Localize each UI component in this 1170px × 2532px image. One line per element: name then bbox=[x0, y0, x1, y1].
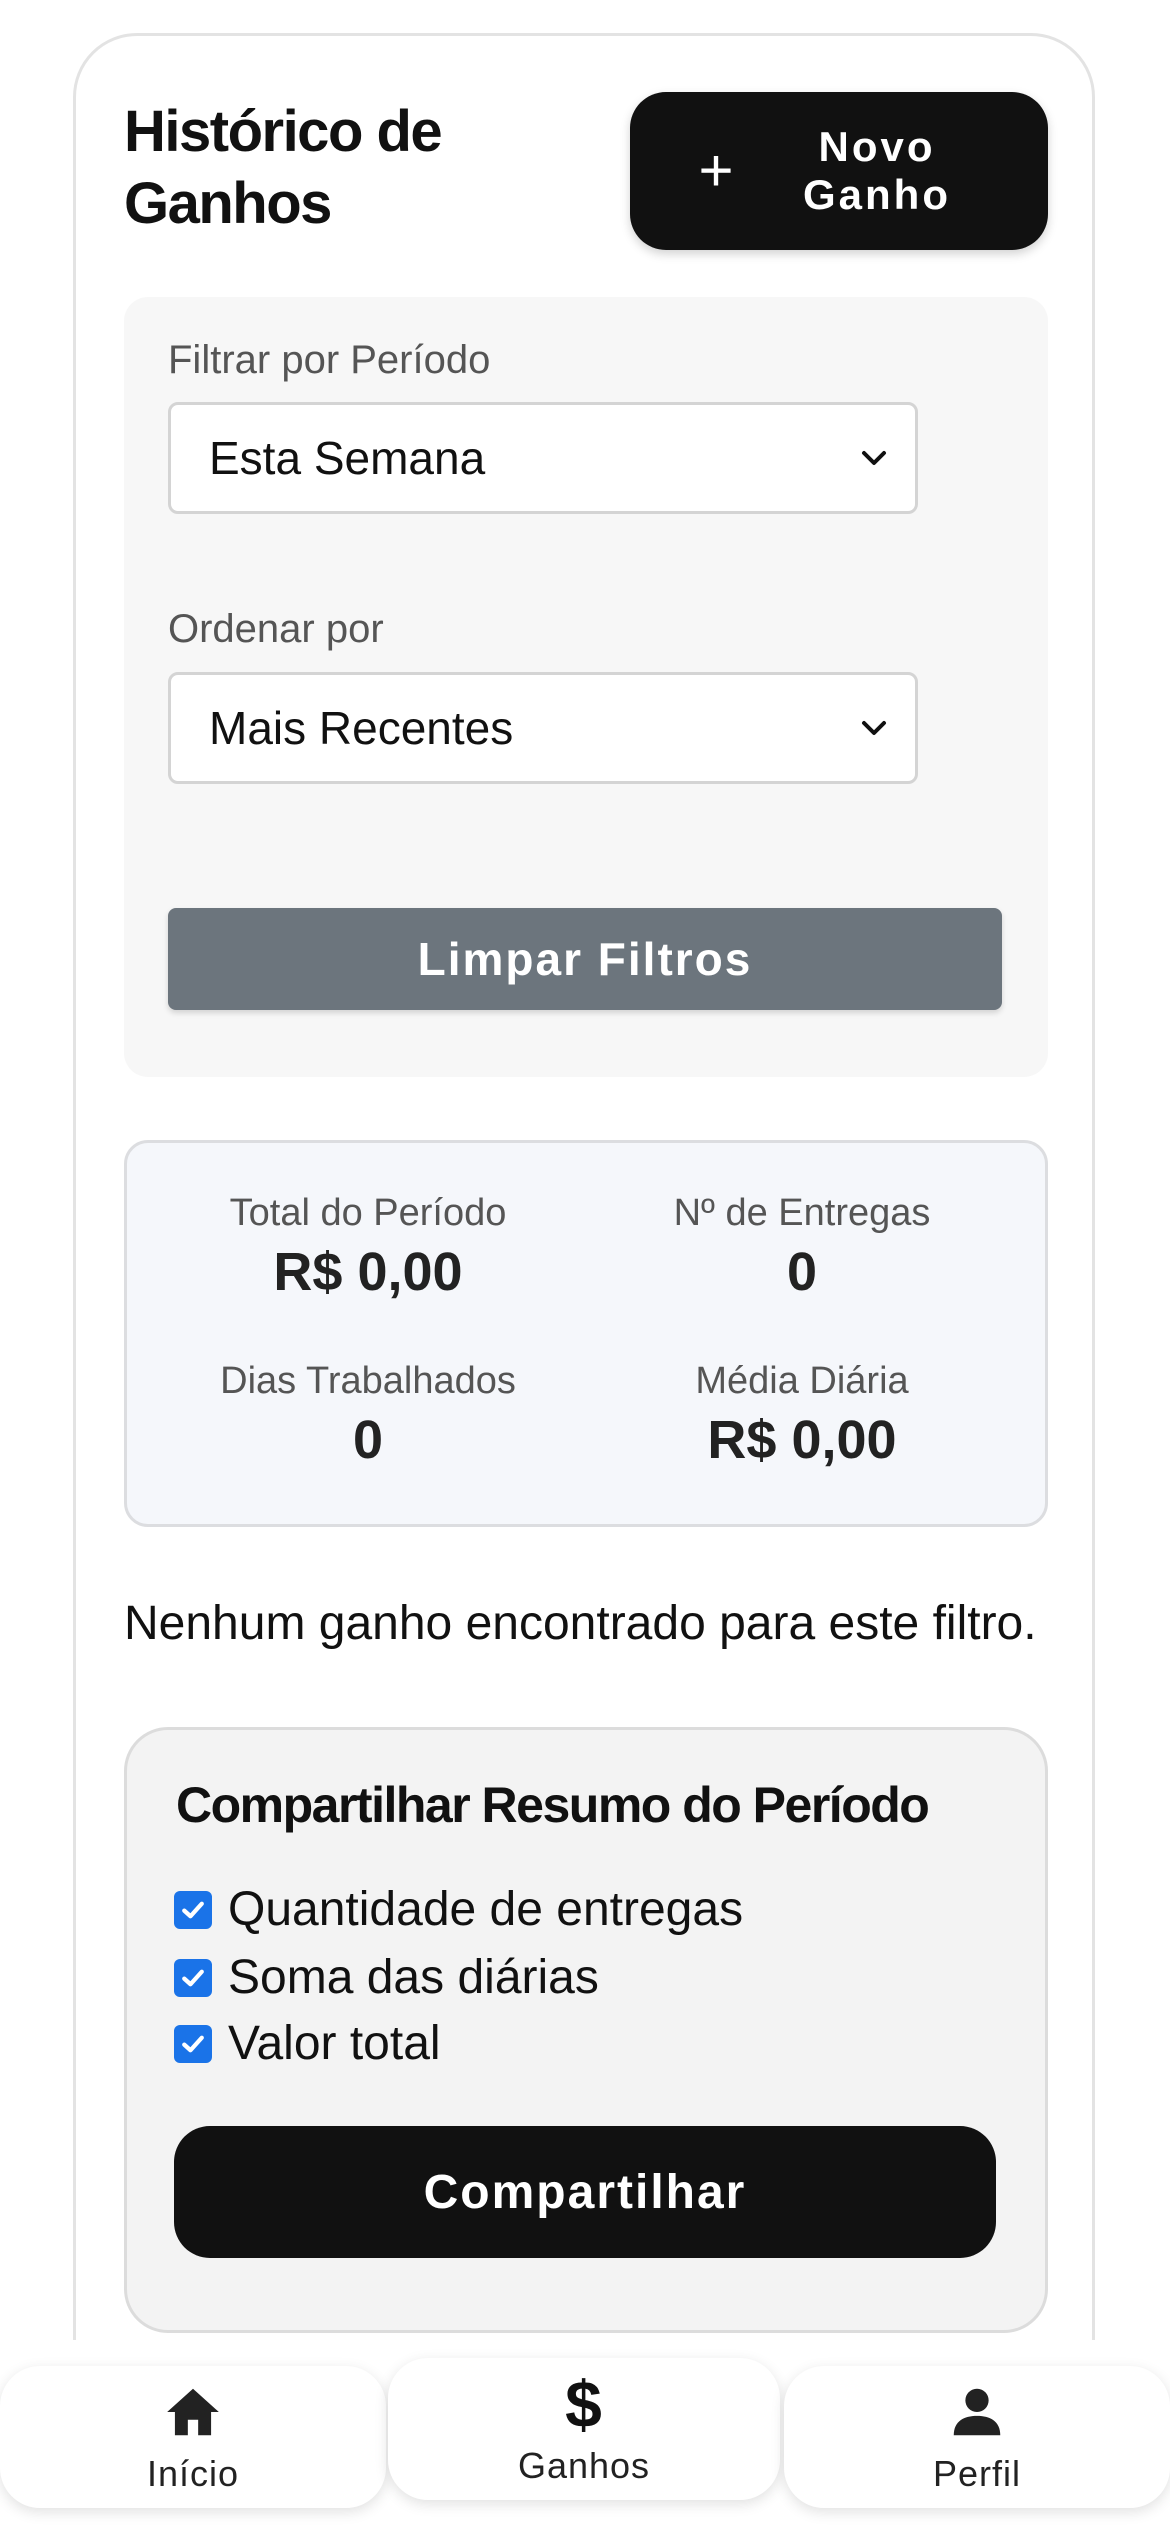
clear-filters-button[interactable]: Limpar Filtros bbox=[168, 908, 1002, 1010]
stat-days: Dias Trabalhados 0 bbox=[148, 1359, 588, 1473]
stat-deliveries-value: 0 bbox=[786, 1242, 818, 1302]
stat-deliveries: Nº de Entregas 0 bbox=[582, 1191, 1022, 1305]
chevron-down-icon bbox=[862, 721, 886, 735]
checkbox-checked[interactable] bbox=[174, 1890, 212, 1929]
sort-select-value: Mais Recentes bbox=[209, 702, 514, 754]
nav-item-label: Perfil bbox=[932, 2453, 1022, 2494]
period-filter-label: Filtrar por Período bbox=[168, 338, 491, 382]
check-icon bbox=[182, 2035, 204, 2052]
nav-item-earnings[interactable]: $ Ganhos bbox=[388, 2358, 780, 2500]
share-option-label: Soma das diárias bbox=[228, 1951, 599, 2004]
share-option[interactable]: Quantidade de entregas bbox=[174, 1882, 743, 1937]
new-earning-button[interactable]: + Novo Ganho bbox=[630, 92, 1048, 250]
plus-icon: + bbox=[698, 137, 734, 204]
stat-average: Média Diária R$ 0,00 bbox=[582, 1359, 1022, 1473]
nav-item-home[interactable]: Início bbox=[0, 2366, 386, 2508]
stat-total-value: R$ 0,00 bbox=[273, 1242, 463, 1302]
share-option-label: Valor total bbox=[228, 2017, 441, 2070]
chevron-down-icon bbox=[862, 451, 886, 465]
stat-total-label: Total do Período bbox=[229, 1192, 507, 1234]
period-select[interactable]: Esta Semana bbox=[168, 402, 918, 514]
nav-item-profile[interactable]: Perfil bbox=[784, 2366, 1170, 2508]
earnings-history-screen: Histórico de Ganhos + Novo Ganho Filtrar… bbox=[0, 0, 1170, 2532]
person-icon bbox=[944, 2379, 1010, 2445]
nav-item-label: Ganhos bbox=[517, 2445, 651, 2486]
sort-select[interactable]: Mais Recentes bbox=[168, 672, 918, 784]
share-title: Compartilhar Resumo do Período bbox=[176, 1777, 930, 1833]
period-select-value: Esta Semana bbox=[209, 432, 486, 484]
share-option[interactable]: Valor total bbox=[174, 2016, 441, 2071]
check-icon bbox=[182, 1901, 204, 1918]
sort-label: Ordenar por bbox=[168, 607, 384, 651]
checkbox-checked[interactable] bbox=[174, 1958, 212, 1997]
stat-days-value: 0 bbox=[352, 1410, 384, 1470]
share-button[interactable]: Compartilhar bbox=[174, 2126, 996, 2258]
stat-average-value: R$ 0,00 bbox=[707, 1410, 897, 1470]
page-title: Histórico de Ganhos bbox=[124, 99, 443, 236]
stat-days-label: Dias Trabalhados bbox=[220, 1360, 516, 1402]
nav-item-label: Início bbox=[146, 2453, 240, 2494]
stat-average-label: Média Diária bbox=[695, 1360, 909, 1402]
share-option[interactable]: Soma das diárias bbox=[174, 1950, 599, 2005]
share-option-label: Quantidade de entregas bbox=[228, 1883, 744, 1936]
stat-deliveries-label: Nº de Entregas bbox=[673, 1192, 931, 1234]
new-earning-label: Novo Ganho bbox=[803, 123, 951, 218]
bottom-nav: Início $ Ganhos Perfil bbox=[0, 2340, 1170, 2532]
home-icon bbox=[160, 2379, 226, 2445]
stat-total: Total do Período R$ 0,00 bbox=[148, 1191, 588, 1305]
empty-message: Nenhum ganho encontrado para este filtro… bbox=[124, 1597, 1037, 1650]
dollar-icon: $ bbox=[565, 2367, 603, 2441]
checkbox-checked[interactable] bbox=[174, 2024, 212, 2063]
check-icon bbox=[182, 1969, 204, 1986]
